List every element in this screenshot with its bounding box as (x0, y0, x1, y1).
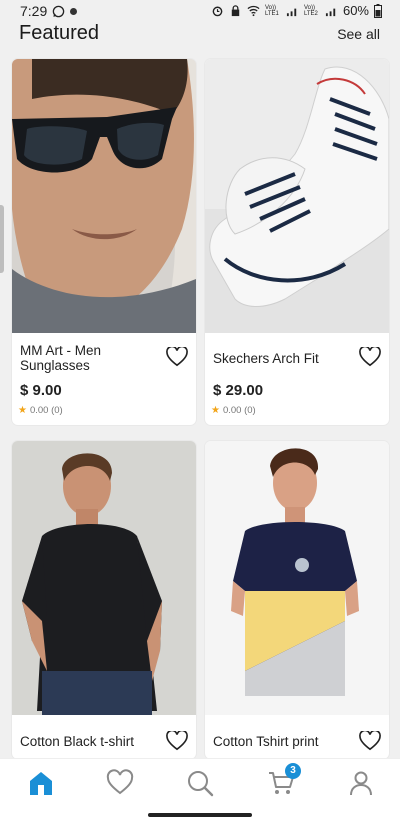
product-name[interactable]: Skechers Arch Fit (213, 351, 353, 366)
product-price: $ 29.00 (213, 382, 264, 399)
status-time: 7:29 (20, 3, 48, 19)
home-indicator[interactable] (148, 813, 252, 817)
star-icon: ★ (18, 405, 27, 416)
heart-icon[interactable] (359, 731, 381, 751)
product-image[interactable] (12, 59, 196, 333)
product-image[interactable] (12, 441, 196, 715)
heart-icon[interactable] (166, 347, 188, 367)
section-title: Featured (19, 22, 100, 44)
search-icon[interactable] (186, 769, 214, 797)
system-home-bar (0, 808, 400, 823)
edge-panel-handle[interactable] (0, 205, 4, 273)
lock-icon (231, 5, 240, 17)
star-icon: ★ (211, 405, 220, 416)
bottom-navigation: 3 (0, 758, 400, 809)
battery-level: 60% (342, 3, 369, 18)
product-card[interactable]: MM Art - Men Sunglasses $ 9.00 ★ 0.00 (0… (12, 59, 196, 425)
network-1: Vo)) LTE1 (264, 4, 279, 17)
product-name[interactable]: Cotton Black t-shirt (20, 734, 160, 749)
see-all-link[interactable]: See all (337, 26, 380, 42)
cart-count-badge: 3 (285, 763, 301, 779)
signal-icon (325, 8, 336, 17)
rating-value: 0.00 (0) (29, 405, 63, 416)
featured-header: Featured See all (0, 22, 400, 56)
product-price: $ 9.00 (20, 382, 62, 399)
product-card[interactable]: Cotton Tshirt print (205, 441, 389, 759)
person-icon[interactable] (347, 769, 375, 797)
product-rating: ★ 0.00 (0) (18, 405, 63, 416)
signal-icon (286, 8, 297, 17)
product-card[interactable]: Cotton Black t-shirt (12, 441, 196, 759)
notification-dot-icon (70, 7, 78, 15)
heart-icon[interactable] (106, 769, 134, 797)
product-name[interactable]: MM Art - Men Sunglasses (20, 343, 160, 373)
heart-icon[interactable] (359, 347, 381, 367)
product-name[interactable]: Cotton Tshirt print (213, 734, 353, 749)
alarm-icon (212, 6, 223, 17)
cart-button[interactable]: 3 (267, 763, 301, 797)
product-card[interactable]: Skechers Arch Fit $ 29.00 ★ 0.00 (0) (205, 59, 389, 425)
heart-icon[interactable] (166, 731, 188, 751)
product-rating: ★ 0.00 (0) (211, 405, 256, 416)
status-bar: 7:29 Vo)) LTE1 Vo)) LTE2 60% (0, 0, 400, 22)
whatsapp-icon (52, 5, 65, 17)
battery-icon (374, 3, 382, 18)
rating-value: 0.00 (0) (222, 405, 256, 416)
product-image[interactable] (205, 441, 389, 715)
network-2: Vo)) LTE2 (303, 4, 318, 17)
wifi-icon (247, 5, 260, 17)
product-image[interactable] (205, 59, 389, 333)
home-icon[interactable] (27, 769, 55, 797)
